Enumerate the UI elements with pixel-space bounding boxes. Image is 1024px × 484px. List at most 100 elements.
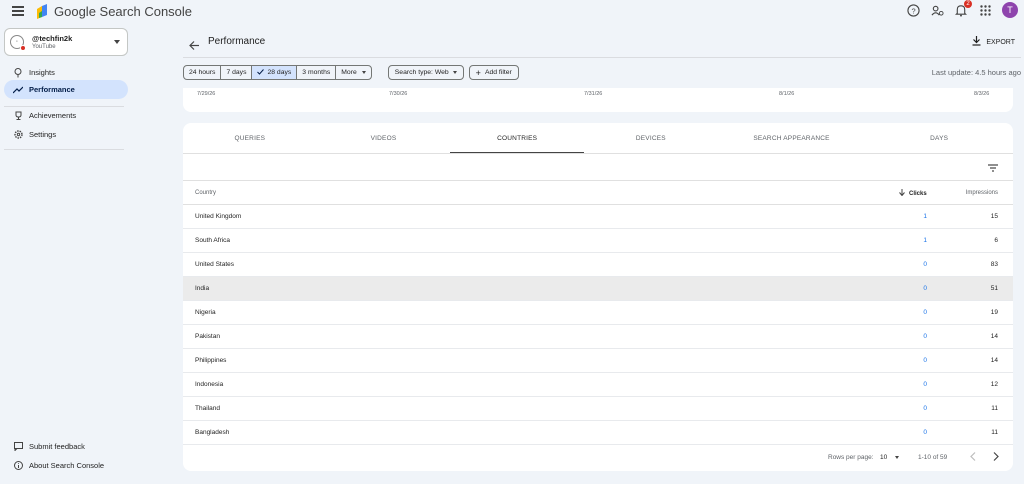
apps-grid-icon[interactable] xyxy=(978,3,992,17)
range-24-hours[interactable]: 24 hours xyxy=(184,66,222,79)
app-title: Google Search Console xyxy=(54,4,193,19)
manage-users-icon[interactable] xyxy=(930,3,944,17)
tab-divider xyxy=(183,153,1013,154)
search-console-logo-icon[interactable] xyxy=(34,3,50,21)
sidebar-item-submit-feedback[interactable]: Submit feedback xyxy=(4,437,128,456)
impressions-cell: 51 xyxy=(990,285,998,292)
clicks-label: Clicks xyxy=(909,190,927,197)
tab-videos[interactable]: VIDEOS xyxy=(317,123,451,153)
table-row[interactable]: United Kingdom 1 15 xyxy=(183,205,1013,229)
table-row[interactable]: Philippines 0 14 xyxy=(183,349,1013,373)
top-bar: Google Search Console ? 2 T xyxy=(0,0,1024,26)
table-row[interactable]: Pakistan 0 14 xyxy=(183,325,1013,349)
notifications-icon[interactable]: 2 xyxy=(954,0,972,17)
page-title: Performance xyxy=(208,36,266,47)
rows-per-page-value: 10 xyxy=(880,454,888,461)
country-cell: United Kingdom xyxy=(195,213,242,220)
range-label: More xyxy=(341,69,357,76)
check-icon xyxy=(257,68,265,77)
date-tick: 8/3/26 xyxy=(974,91,990,97)
country-cell: Indonesia xyxy=(195,381,224,388)
lightbulb-icon xyxy=(13,67,23,78)
country-cell: Thailand xyxy=(195,405,220,412)
table-row[interactable]: Bangladesh 0 11 xyxy=(183,421,1013,445)
export-button[interactable]: EXPORT xyxy=(972,36,1015,48)
clicks-cell: 1 xyxy=(923,237,927,244)
last-update-text: Last update: 4.5 hours ago xyxy=(931,68,1021,77)
date-tick: 7/31/26 xyxy=(584,91,603,97)
sidebar-item-label: Performance xyxy=(29,85,75,94)
dimension-tabs: QUERIES VIDEOS COUNTRIES DEVICES SEARCH … xyxy=(183,123,1013,153)
column-header-clicks[interactable]: Clicks xyxy=(899,189,927,198)
column-header-country[interactable]: Country xyxy=(195,190,216,196)
tab-devices[interactable]: DEVICES xyxy=(584,123,718,153)
trending-up-icon xyxy=(13,86,23,94)
tab-days[interactable]: DAYS xyxy=(865,123,1013,153)
plus-icon: + xyxy=(475,67,481,78)
clicks-cell: 0 xyxy=(923,261,927,268)
menu-icon[interactable] xyxy=(12,6,24,16)
table-header: Country Clicks Impressions xyxy=(183,180,1013,205)
header-divider xyxy=(183,57,1021,58)
sidebar-item-about[interactable]: About Search Console xyxy=(4,456,128,475)
notification-badge: 2 xyxy=(964,0,972,8)
table-row[interactable]: Thailand 0 11 xyxy=(183,397,1013,421)
tab-countries[interactable]: COUNTRIES xyxy=(450,123,584,153)
date-tick: 8/1/26 xyxy=(779,91,795,97)
filter-icon[interactable] xyxy=(988,159,998,177)
gear-icon xyxy=(13,130,23,139)
sidebar-item-achievements[interactable]: Achievements xyxy=(4,106,128,125)
search-type-filter[interactable]: Search type: Web xyxy=(387,65,464,80)
avatar[interactable]: T xyxy=(1002,2,1018,18)
country-cell: South Africa xyxy=(195,237,231,244)
impressions-cell: 6 xyxy=(994,237,998,244)
sidebar-item-label: About Search Console xyxy=(29,461,105,470)
range-more[interactable]: More xyxy=(336,66,371,79)
svg-text:?: ? xyxy=(911,6,915,15)
divider xyxy=(4,149,124,150)
impressions-cell: 11 xyxy=(991,429,998,436)
table-row[interactable]: South Africa 1 6 xyxy=(183,229,1013,253)
prev-page-icon[interactable] xyxy=(970,452,976,463)
page-header: Performance EXPORT xyxy=(183,33,1021,53)
range-28-days[interactable]: 28 days xyxy=(252,66,298,79)
back-arrow-icon[interactable] xyxy=(189,37,199,55)
date-range-selector: 24 hours 7 days 28 days 3 months More xyxy=(183,65,372,80)
impressions-cell: 12 xyxy=(990,381,998,388)
clicks-cell: 0 xyxy=(923,429,927,436)
filter-bar: 24 hours 7 days 28 days 3 months More Se… xyxy=(183,65,519,80)
rows-per-page-select[interactable]: 10 xyxy=(880,454,900,461)
search-type-label: Search type: Web xyxy=(394,69,449,76)
sidebar-item-settings[interactable]: Settings xyxy=(4,125,128,144)
impressions-cell: 14 xyxy=(990,357,998,364)
sidebar-item-label: Submit feedback xyxy=(29,442,85,451)
chevron-down-icon xyxy=(361,71,366,74)
table-row[interactable]: Indonesia 0 12 xyxy=(183,373,1013,397)
sidebar-item-performance[interactable]: Performance xyxy=(4,80,128,99)
tab-search-appearance[interactable]: SEARCH APPEARANCE xyxy=(718,123,866,153)
pagination: Rows per page: 10 1-10 of 59 xyxy=(183,450,1013,466)
sort-down-arrow-icon xyxy=(899,189,905,198)
table-row[interactable]: India 0 51 xyxy=(183,277,1013,301)
country-cell: Philippines xyxy=(195,357,227,364)
range-3-months[interactable]: 3 months xyxy=(297,66,337,79)
tab-queries[interactable]: QUERIES xyxy=(183,123,317,153)
impressions-cell: 19 xyxy=(990,309,998,316)
date-tick: 7/29/26 xyxy=(197,91,216,97)
country-cell: Bangladesh xyxy=(195,429,230,436)
column-header-impressions[interactable]: Impressions xyxy=(966,190,998,196)
table-row[interactable]: United States 0 83 xyxy=(183,253,1013,277)
next-page-icon[interactable] xyxy=(993,452,999,463)
rows-per-page-label: Rows per page: xyxy=(828,454,874,461)
trophy-icon xyxy=(13,111,23,120)
help-icon[interactable]: ? xyxy=(906,3,920,17)
range-7-days[interactable]: 7 days xyxy=(221,66,253,79)
property-name: @techfin2k xyxy=(32,34,73,43)
performance-table-card: QUERIES VIDEOS COUNTRIES DEVICES SEARCH … xyxy=(183,123,1013,471)
table-row[interactable]: Nigeria 0 19 xyxy=(183,301,1013,325)
clicks-cell: 0 xyxy=(923,285,927,292)
country-cell: United States xyxy=(195,261,235,268)
add-filter-button[interactable]: + Add filter xyxy=(468,65,519,80)
property-selector[interactable]: ◦ @techfin2k YouTube xyxy=(4,28,128,56)
feedback-icon xyxy=(13,442,23,451)
